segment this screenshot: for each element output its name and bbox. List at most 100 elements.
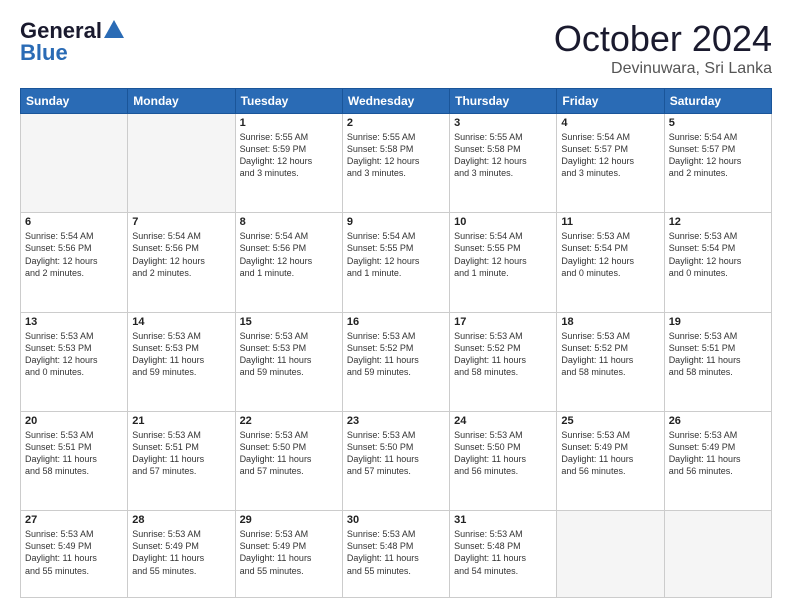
day-number: 6 xyxy=(25,216,123,228)
table-row: 7 Sunrise: 5:54 AM Sunset: 5:56 PM Daylig… xyxy=(128,213,235,312)
logo: General Blue xyxy=(20,18,124,66)
col-monday: Monday xyxy=(128,89,235,114)
day-number: 26 xyxy=(669,415,767,427)
cell-info: Sunrise: 5:53 AM Sunset: 5:54 PM Dayligh… xyxy=(669,230,767,279)
calendar-week-row: 27 Sunrise: 5:53 AM Sunset: 5:49 PM Dayli… xyxy=(21,511,772,598)
day-number: 3 xyxy=(454,117,552,129)
day-number: 20 xyxy=(25,415,123,427)
table-row: 14Sunrise: 5:53 AM Sunset: 5:53 PM Dayli… xyxy=(128,312,235,411)
day-number: 4 xyxy=(561,117,659,129)
calendar-header-row: Sunday Monday Tuesday Wednesday Thursday… xyxy=(21,89,772,114)
day-number: 13 xyxy=(25,316,123,328)
day-number: 2 xyxy=(347,117,445,129)
table-row: 26 Sunrise: 5:53 AM Sunset: 5:49 PM Dayli… xyxy=(664,411,771,510)
cell-info: Sunrise: 5:53 AM Sunset: 5:49 PM Dayligh… xyxy=(561,429,659,478)
header: General Blue October 2024 Devinuwara, Sr… xyxy=(20,18,772,78)
table-row: 29Sunrise: 5:53 AM Sunset: 5:49 PM Dayli… xyxy=(235,511,342,598)
table-row: 24 Sunrise: 5:53 AM Sunset: 5:50 PM Dayli… xyxy=(450,411,557,510)
day-number: 27 xyxy=(25,514,123,526)
col-friday: Friday xyxy=(557,89,664,114)
month-title: October 2024 xyxy=(554,18,772,60)
cell-info: Sunrise: 5:54 AM Sunset: 5:55 PM Dayligh… xyxy=(454,230,552,279)
day-number: 11 xyxy=(561,216,659,228)
cell-info: Sunrise: 5:54 AM Sunset: 5:57 PM Dayligh… xyxy=(561,131,659,180)
table-row: 1 Sunrise: 5:55 AM Sunset: 5:59 PM Daylig… xyxy=(235,114,342,213)
day-number: 7 xyxy=(132,216,230,228)
cell-info: Sunrise: 5:55 AM Sunset: 5:58 PM Dayligh… xyxy=(454,131,552,180)
table-row: 28 Sunrise: 5:53 AM Sunset: 5:49 PM Dayli… xyxy=(128,511,235,598)
table-row: 17 Sunrise: 5:53 AM Sunset: 5:52 PM Dayli… xyxy=(450,312,557,411)
page: General Blue October 2024 Devinuwara, Sr… xyxy=(0,0,792,612)
day-number: 15 xyxy=(240,316,338,328)
day-number: 23 xyxy=(347,415,445,427)
cell-info: Sunrise: 5:53 AM Sunset: 5:49 PM Dayligh… xyxy=(132,528,230,577)
cell-info: Sunrise: 5:53 AM Sunset: 5:50 PM Dayligh… xyxy=(347,429,445,478)
cell-info: Sunrise: 5:53 AM Sunset: 5:50 PM Dayligh… xyxy=(454,429,552,478)
cell-info: Sunrise: 5:54 AM Sunset: 5:57 PM Dayligh… xyxy=(669,131,767,180)
cell-info: Sunrise: 5:54 AM Sunset: 5:56 PM Dayligh… xyxy=(25,230,123,279)
table-row: 13Sunrise: 5:53 AM Sunset: 5:53 PM Dayli… xyxy=(21,312,128,411)
day-number: 29 xyxy=(240,514,338,526)
table-row: 3 Sunrise: 5:55 AM Sunset: 5:58 PM Daylig… xyxy=(450,114,557,213)
calendar-week-row: 13 Sunrise: 5:53 AM Sunset: 5:53 PM Dayli… xyxy=(21,312,772,411)
table-row: 16 Sunrise: 5:53 AM Sunset: 5:52 PM Dayli… xyxy=(342,312,449,411)
day-number: 17 xyxy=(454,316,552,328)
table-row: 20 Sunrise: 5:53 AM Sunset: 5:51 PM Dayli… xyxy=(21,411,128,510)
logo-icon xyxy=(104,20,124,38)
cell-info: Sunrise: 5:54 AM Sunset: 5:56 PM Dayligh… xyxy=(240,230,338,279)
day-number: 31 xyxy=(454,514,552,526)
table-row: 4 Sunrise: 5:54 AM Sunset: 5:57 PM Daylig… xyxy=(557,114,664,213)
cell-info: Sunrise: 5:55 AM Sunset: 5:59 PM Dayligh… xyxy=(240,131,338,180)
cell-info: Sunrise: 5:53 AM Sunset: 5:51 PM Dayligh… xyxy=(669,330,767,379)
table-row: 8 Sunrise: 5:54 AM Sunset: 5:56 PM Daylig… xyxy=(235,213,342,312)
cell-info: Sunrise: 5:53 AM Sunset: 5:54 PM Dayligh… xyxy=(561,230,659,279)
title-area: October 2024 Devinuwara, Sri Lanka xyxy=(554,18,772,78)
table-row xyxy=(664,511,771,598)
table-row: 22Sunrise: 5:53 AM Sunset: 5:50 PM Dayli… xyxy=(235,411,342,510)
table-row: 30Sunrise: 5:53 AM Sunset: 5:48 PM Dayli… xyxy=(342,511,449,598)
table-row: 10Sunrise: 5:54 AM Sunset: 5:55 PM Dayli… xyxy=(450,213,557,312)
table-row xyxy=(21,114,128,213)
table-row: 6 Sunrise: 5:54 AM Sunset: 5:56 PM Daylig… xyxy=(21,213,128,312)
cell-info: Sunrise: 5:54 AM Sunset: 5:56 PM Dayligh… xyxy=(132,230,230,279)
day-number: 16 xyxy=(347,316,445,328)
cell-info: Sunrise: 5:53 AM Sunset: 5:51 PM Dayligh… xyxy=(25,429,123,478)
table-row: 25 Sunrise: 5:53 AM Sunset: 5:49 PM Dayli… xyxy=(557,411,664,510)
col-saturday: Saturday xyxy=(664,89,771,114)
day-number: 24 xyxy=(454,415,552,427)
day-number: 28 xyxy=(132,514,230,526)
col-tuesday: Tuesday xyxy=(235,89,342,114)
logo-blue: Blue xyxy=(20,40,68,66)
cell-info: Sunrise: 5:53 AM Sunset: 5:53 PM Dayligh… xyxy=(132,330,230,379)
day-number: 12 xyxy=(669,216,767,228)
cell-info: Sunrise: 5:53 AM Sunset: 5:49 PM Dayligh… xyxy=(669,429,767,478)
col-wednesday: Wednesday xyxy=(342,89,449,114)
day-number: 8 xyxy=(240,216,338,228)
day-number: 5 xyxy=(669,117,767,129)
table-row: 21 Sunrise: 5:53 AM Sunset: 5:51 PM Dayli… xyxy=(128,411,235,510)
table-row xyxy=(557,511,664,598)
day-number: 22 xyxy=(240,415,338,427)
day-number: 18 xyxy=(561,316,659,328)
cell-info: Sunrise: 5:53 AM Sunset: 5:52 PM Dayligh… xyxy=(347,330,445,379)
table-row xyxy=(128,114,235,213)
table-row: 9Sunrise: 5:54 AM Sunset: 5:55 PM Daylig… xyxy=(342,213,449,312)
table-row: 19 Sunrise: 5:53 AM Sunset: 5:51 PM Dayli… xyxy=(664,312,771,411)
table-row: 15Sunrise: 5:53 AM Sunset: 5:53 PM Dayli… xyxy=(235,312,342,411)
cell-info: Sunrise: 5:53 AM Sunset: 5:48 PM Dayligh… xyxy=(347,528,445,577)
cell-info: Sunrise: 5:53 AM Sunset: 5:49 PM Dayligh… xyxy=(25,528,123,577)
cell-info: Sunrise: 5:53 AM Sunset: 5:51 PM Dayligh… xyxy=(132,429,230,478)
cell-info: Sunrise: 5:55 AM Sunset: 5:58 PM Dayligh… xyxy=(347,131,445,180)
day-number: 21 xyxy=(132,415,230,427)
day-number: 19 xyxy=(669,316,767,328)
day-number: 9 xyxy=(347,216,445,228)
table-row: 23 Sunrise: 5:53 AM Sunset: 5:50 PM Dayli… xyxy=(342,411,449,510)
table-row: 12 Sunrise: 5:53 AM Sunset: 5:54 PM Dayli… xyxy=(664,213,771,312)
day-number: 25 xyxy=(561,415,659,427)
cell-info: Sunrise: 5:53 AM Sunset: 5:52 PM Dayligh… xyxy=(454,330,552,379)
col-sunday: Sunday xyxy=(21,89,128,114)
day-number: 1 xyxy=(240,117,338,129)
cell-info: Sunrise: 5:53 AM Sunset: 5:48 PM Dayligh… xyxy=(454,528,552,577)
table-row: 31 Sunrise: 5:53 AM Sunset: 5:48 PM Dayli… xyxy=(450,511,557,598)
location-subtitle: Devinuwara, Sri Lanka xyxy=(554,60,772,78)
